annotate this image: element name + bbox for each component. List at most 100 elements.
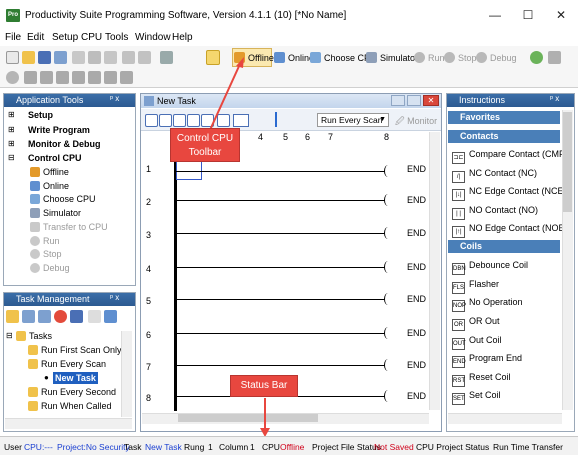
instruction-debounce-coil[interactable]: DBN Debounce Coil — [452, 256, 528, 275]
instruction-no-edge-contact[interactable]: |↑| NO Edge Contact (NOE) — [452, 219, 568, 238]
tree-control-cpu[interactable]: Control CPU — [28, 153, 82, 163]
task-vertical-scrollbar[interactable] — [121, 331, 132, 417]
run-button[interactable]: Run — [414, 50, 445, 66]
instruction-compare-contact[interactable]: ⊐⊏ Compare Contact (CMP) — [452, 145, 568, 164]
instruction-no-contact[interactable]: | | NO Contact (NO) — [452, 201, 538, 220]
instruction-no-operation[interactable]: NOP No Operation — [452, 293, 523, 312]
expand-write-icon[interactable]: ⊞ — [8, 125, 15, 134]
tree-stop[interactable]: Stop — [30, 249, 62, 259]
pid-icon[interactable] — [88, 71, 101, 84]
collapse-control-icon[interactable]: ⊟ — [8, 153, 15, 162]
debug-button[interactable]: Debug — [476, 50, 517, 66]
menu-setup[interactable]: Setup — [52, 32, 78, 43]
data-view-icon[interactable] — [40, 71, 53, 84]
tree-write-program[interactable]: Write Program — [28, 125, 90, 135]
rung-line[interactable] — [175, 267, 385, 268]
favorites-section[interactable]: Favorites — [448, 111, 560, 124]
editor-vertical-scrollbar[interactable] — [429, 132, 440, 410]
menu-file[interactable]: File — [5, 32, 21, 43]
menu-help[interactable]: Help — [172, 32, 193, 43]
contact-icon[interactable] — [159, 114, 172, 127]
sort-icon[interactable] — [88, 310, 101, 323]
move-icon[interactable] — [104, 310, 117, 323]
edit-mode-icon[interactable] — [145, 114, 158, 127]
task-horizontal-scrollbar[interactable] — [5, 418, 132, 429]
tree-transfer[interactable]: Transfer to CPU — [30, 222, 108, 232]
tree-debug[interactable]: Debug — [30, 263, 70, 273]
tree-online[interactable]: Online — [30, 181, 69, 191]
tree-offline[interactable]: Offline — [30, 167, 69, 177]
tree-choose-cpu[interactable]: Choose CPU — [30, 194, 96, 204]
tools-icon[interactable] — [160, 51, 173, 64]
offline-button[interactable]: Offline — [234, 50, 274, 66]
online-button[interactable]: Online — [274, 50, 314, 66]
fit-icon[interactable] — [233, 114, 249, 127]
scan-mode-select[interactable]: Run Every Scan ▼ — [317, 113, 389, 127]
zoom-icon[interactable] — [217, 114, 230, 127]
rung-line[interactable] — [175, 299, 385, 300]
application-tools-pin-icon[interactable]: ᵖ x — [110, 94, 119, 103]
tree-new-task[interactable]: New Task — [53, 372, 98, 384]
properties-icon[interactable] — [70, 310, 83, 323]
print-icon[interactable] — [54, 51, 67, 64]
tree-simulator[interactable]: Simulator — [30, 208, 81, 218]
tree-every-scan[interactable]: Run Every Scan — [28, 359, 106, 369]
tree-when-called[interactable]: Run When Called — [28, 401, 112, 411]
options-icon[interactable] — [530, 51, 543, 64]
editor-scroll-thumb[interactable] — [178, 414, 318, 422]
open-folder-icon[interactable] — [22, 51, 35, 64]
editor-minimize-button[interactable] — [391, 95, 405, 106]
redo-icon[interactable] — [138, 51, 151, 64]
instructions-scroll-thumb[interactable] — [563, 112, 572, 212]
tree-first-scan[interactable]: Run First Scan Only — [28, 345, 122, 355]
stop-button[interactable]: Stop — [444, 50, 477, 66]
cpu-hand-icon[interactable] — [206, 50, 220, 65]
instruction-flasher[interactable]: FLS Flasher — [452, 275, 499, 294]
editor-close-button[interactable]: ✕ — [423, 95, 439, 106]
rung-line[interactable] — [175, 233, 385, 234]
instruction-set-coil[interactable]: SET Set Coil — [452, 386, 501, 405]
histogram-icon[interactable] — [72, 71, 85, 84]
copy-task-icon[interactable] — [38, 310, 51, 323]
expand-setup-icon[interactable]: ⊞ — [8, 110, 15, 119]
close-button[interactable]: ✕ — [546, 5, 576, 25]
trend-icon[interactable] — [56, 71, 69, 84]
save-icon[interactable] — [38, 51, 51, 64]
instructions-horizontal-scrollbar[interactable] — [448, 413, 562, 424]
tree-tasks[interactable]: Tasks — [16, 331, 52, 341]
menu-tools[interactable]: Tools — [105, 32, 128, 43]
task-management-pin-icon[interactable]: ᵖ x — [110, 293, 119, 302]
watch-icon[interactable] — [24, 71, 37, 84]
minimize-button[interactable]: — — [480, 5, 510, 25]
editor-restore-button[interactable] — [407, 95, 421, 106]
contacts-section[interactable]: Contacts — [448, 130, 560, 143]
expand-monitor-icon[interactable]: ⊞ — [8, 139, 15, 148]
rung-line[interactable] — [175, 365, 385, 366]
tree-monitor-debug[interactable]: Monitor & Debug — [28, 139, 101, 149]
gear-icon[interactable] — [548, 51, 561, 64]
menu-edit[interactable]: Edit — [27, 32, 44, 43]
horizontal-line-icon[interactable] — [201, 114, 214, 127]
delete-task-icon[interactable] — [54, 310, 67, 323]
menu-cpu[interactable]: CPU — [81, 32, 102, 43]
instruction-program-end[interactable]: END Program End — [452, 349, 522, 368]
instruction-out-coil[interactable]: OUT Out Coil — [452, 331, 502, 350]
instruction-reset-coil[interactable]: RST Reset Coil — [452, 368, 511, 387]
instruction-or-out[interactable]: OR OR Out — [452, 312, 500, 331]
simulator-button[interactable]: Simulator — [366, 50, 418, 66]
insert-icon[interactable] — [72, 51, 85, 64]
collapse-tasks-icon[interactable]: ⊟ — [6, 331, 13, 340]
tree-setup[interactable]: Setup — [28, 110, 53, 120]
tree-every-second[interactable]: Run Every Second — [28, 387, 116, 397]
tree-run[interactable]: Run — [30, 236, 60, 246]
event-log-icon[interactable] — [104, 71, 117, 84]
rung-line[interactable] — [175, 171, 385, 172]
new-file-icon[interactable] — [6, 51, 19, 64]
rung-line[interactable] — [175, 200, 385, 201]
instructions-pin-icon[interactable]: ᵖ x — [550, 94, 559, 103]
zoom-slider[interactable] — [275, 112, 277, 127]
new-task-icon[interactable] — [22, 310, 35, 323]
instruction-nc-contact[interactable]: /| NC Contact (NC) — [452, 164, 537, 183]
coils-section[interactable]: Coils — [448, 240, 560, 253]
maximize-button[interactable]: ☐ — [513, 5, 543, 25]
